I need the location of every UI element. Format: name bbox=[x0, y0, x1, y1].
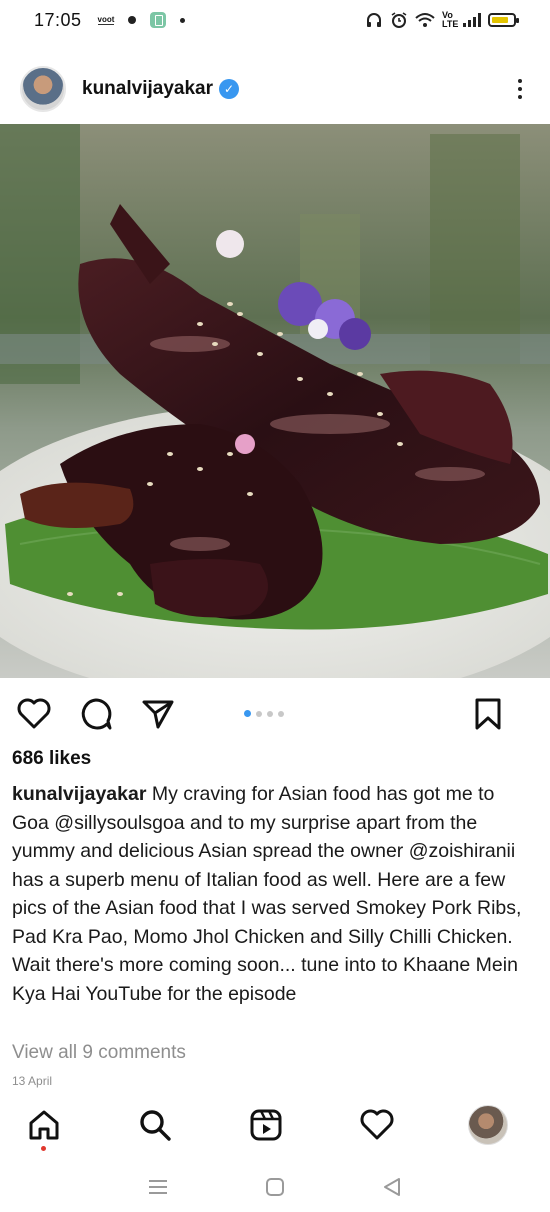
alarm-icon bbox=[391, 12, 407, 28]
like-button[interactable] bbox=[16, 696, 52, 732]
carousel-indicator bbox=[244, 710, 284, 717]
status-left-icons: voot bbox=[97, 12, 186, 28]
share-button[interactable] bbox=[140, 696, 176, 732]
likes-count[interactable]: 686 likes bbox=[12, 748, 91, 770]
reels-icon bbox=[250, 1109, 282, 1141]
profile-avatar bbox=[468, 1105, 508, 1145]
send-icon bbox=[142, 700, 174, 729]
carousel-dot bbox=[267, 710, 273, 717]
nav-profile[interactable] bbox=[468, 1105, 508, 1145]
clock: 17:05 bbox=[34, 9, 82, 30]
food-photo bbox=[0, 124, 550, 678]
system-navigation-bar bbox=[0, 1162, 550, 1212]
back-icon[interactable] bbox=[381, 1176, 403, 1198]
caption-text: My craving for Asian food has got me to … bbox=[12, 783, 522, 948]
nav-reels[interactable] bbox=[246, 1105, 286, 1145]
voot-notification-icon: voot bbox=[97, 14, 115, 25]
more-options-button[interactable] bbox=[510, 74, 530, 104]
app-notification-icon bbox=[150, 12, 167, 28]
heart-icon bbox=[360, 1109, 394, 1140]
view-all-comments-link[interactable]: View all 9 comments bbox=[12, 1042, 186, 1064]
wifi-icon bbox=[415, 13, 435, 27]
post-image[interactable] bbox=[0, 124, 550, 678]
headphones-icon bbox=[367, 13, 381, 27]
notification-dot-icon bbox=[128, 16, 137, 24]
verified-badge-icon: ✓ bbox=[218, 79, 239, 99]
home-button-icon[interactable] bbox=[264, 1176, 286, 1198]
post-caption: kunalvijayakar My craving for Asian food… bbox=[12, 780, 527, 1008]
caption-username[interactable]: kunalvijayakar bbox=[12, 783, 146, 805]
home-icon bbox=[29, 1110, 59, 1140]
nav-search[interactable] bbox=[135, 1105, 175, 1145]
status-right-icons: Vo LTE bbox=[365, 10, 519, 29]
bookmark-icon bbox=[475, 698, 501, 730]
nav-home[interactable] bbox=[24, 1105, 64, 1151]
home-notification-dot bbox=[41, 1146, 46, 1151]
author-username[interactable]: kunalvijayakar bbox=[82, 78, 213, 100]
carousel-dot bbox=[278, 710, 284, 717]
signal-strength-icon bbox=[463, 13, 481, 27]
caption-text-continued: Wait there's more coming soon... tune in… bbox=[12, 954, 518, 1005]
save-button[interactable] bbox=[470, 696, 506, 732]
carousel-dot bbox=[256, 710, 262, 717]
post-date: 13 April bbox=[12, 1074, 53, 1088]
volte-icon: Vo LTE bbox=[442, 10, 459, 29]
more-notifications-icon bbox=[180, 17, 186, 23]
author-avatar[interactable] bbox=[20, 66, 66, 112]
battery-icon bbox=[488, 13, 519, 27]
comment-icon bbox=[81, 698, 112, 730]
search-icon bbox=[140, 1110, 171, 1141]
post-header: kunalvijayakar ✓ bbox=[0, 58, 550, 120]
carousel-dot-active bbox=[244, 710, 251, 717]
post-actions bbox=[0, 690, 550, 738]
recent-apps-icon[interactable] bbox=[147, 1178, 169, 1196]
heart-icon bbox=[17, 698, 51, 729]
bottom-navigation bbox=[0, 1094, 550, 1156]
comment-button[interactable] bbox=[78, 696, 114, 732]
status-bar: 17:05 voot Vo LTE bbox=[0, 0, 550, 40]
nav-activity[interactable] bbox=[357, 1105, 397, 1145]
